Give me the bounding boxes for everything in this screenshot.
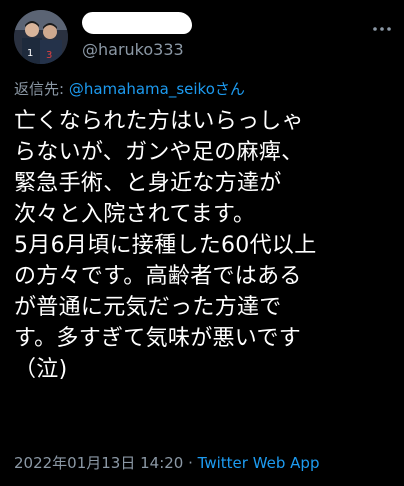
tweet-meta: 2022年01月13日 14:20 · Twitter Web App (14, 452, 319, 473)
tweet-body-line: の方々です。高齢者ではある (14, 264, 302, 289)
display-name-redacted (82, 12, 192, 34)
tweet-header: 1 3 @haruko333 (14, 10, 394, 66)
replying-to: 返信先: @hamahama_seikoさん (14, 78, 245, 99)
tweet-body-line: 5月6月頃に接種した60代以上 (14, 233, 317, 258)
tweet-body-line: （泣) (14, 357, 68, 382)
avatar-photo-two-players: 1 3 (14, 10, 68, 64)
svg-text:1: 1 (27, 48, 33, 59)
tweet-body-line: 次々と入院されてます。 (14, 202, 256, 227)
more-dots-icon[interactable] (372, 24, 392, 34)
author-handle[interactable]: @haruko333 (82, 40, 184, 59)
tweet-timestamp[interactable]: 2022年01月13日 14:20 (14, 454, 183, 472)
tweet-body-line: らないが、ガンや足の麻痺、 (14, 140, 304, 165)
source-app-link[interactable]: Twitter Web App (198, 454, 320, 472)
reply-suffix: さん (214, 80, 245, 98)
reply-prefix: 返信先: (14, 80, 69, 98)
reply-to-handle-link[interactable]: @hamahama_seiko (69, 80, 215, 98)
tweet-body-line: 緊急手術、と身近な方達が (14, 171, 282, 196)
tweet-body-line: 亡くなられた方はいらっしゃ (14, 109, 304, 134)
tweet-card: 1 3 @haruko333 返信先: @hamahama_seikoさん 亡く… (0, 0, 404, 486)
tweet-body: 亡くなられた方はいらっしゃ らないが、ガンや足の麻痺、 緊急手術、と身近な方達が… (14, 106, 394, 385)
tweet-body-line: が普通に元気だった方達で (14, 295, 282, 320)
tweet-body-line: す。多すぎて気味が悪いです (14, 326, 302, 351)
svg-text:3: 3 (46, 50, 52, 61)
avatar[interactable]: 1 3 (14, 10, 68, 64)
meta-separator: · (183, 454, 198, 472)
